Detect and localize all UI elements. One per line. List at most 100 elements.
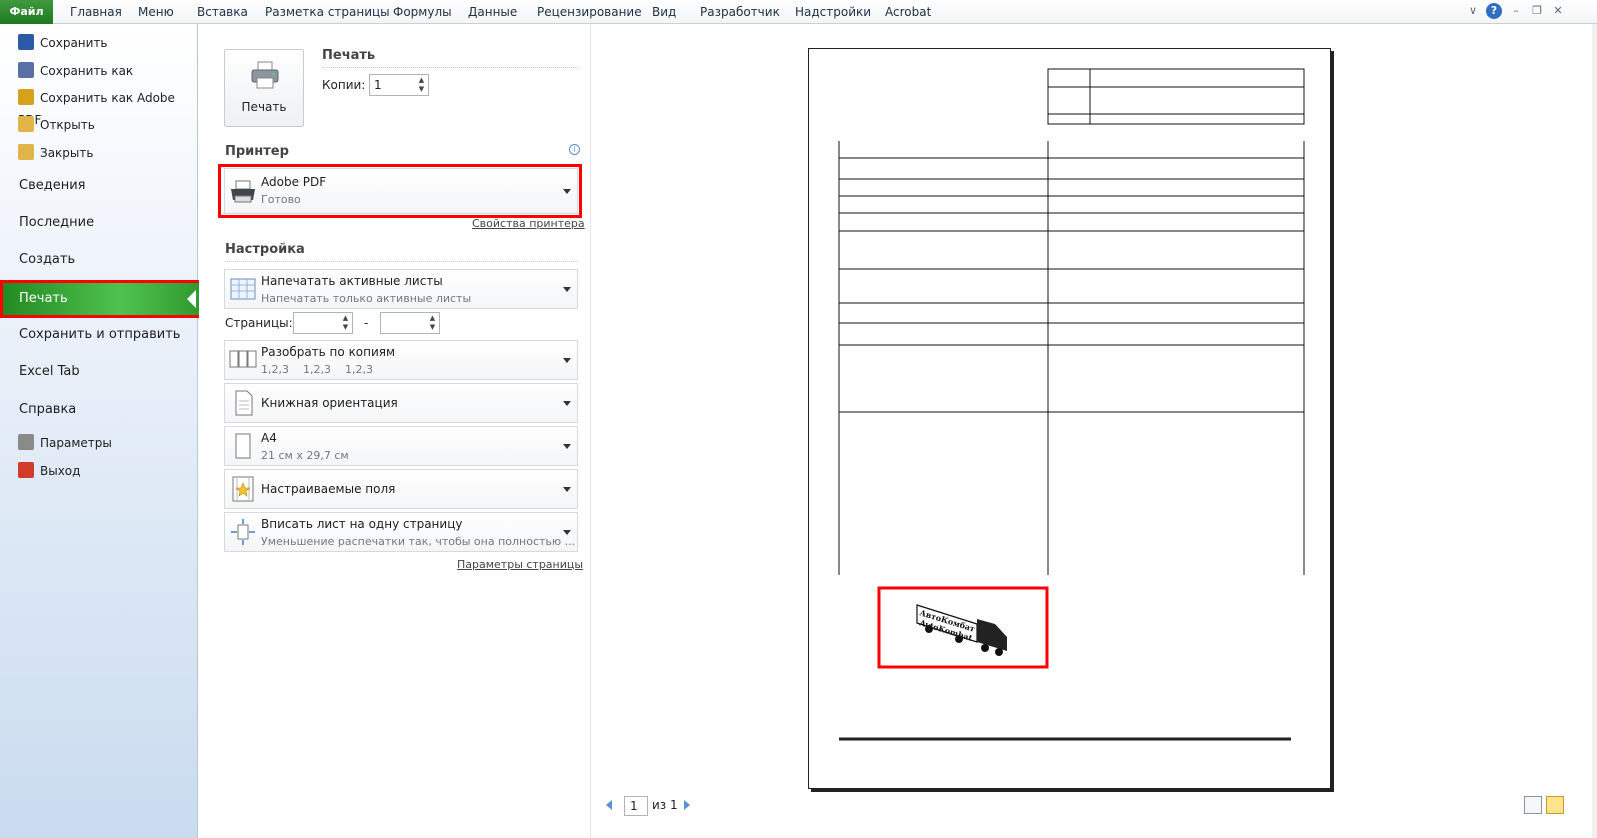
- nav-help[interactable]: Справка: [19, 395, 76, 425]
- nav-exit-label: Выход: [40, 464, 81, 478]
- tab-addins[interactable]: Надстройки: [795, 0, 871, 24]
- restore-icon[interactable]: ❐: [1529, 3, 1545, 19]
- nav-print-active[interactable]: Печать: [0, 280, 202, 318]
- collate-sub: 1,2,3 1,2,3 1,2,3: [261, 363, 373, 376]
- stepper-arrows-icon[interactable]: ▲ ▼: [340, 314, 351, 332]
- tab-review[interactable]: Рецензирование: [537, 0, 642, 24]
- print-section-title: Печать: [322, 48, 376, 63]
- chevron-down-icon: [563, 287, 571, 292]
- highlight-printer: [218, 164, 582, 218]
- pages-label: Страницы:: [225, 316, 293, 330]
- nav-excel-tab[interactable]: Excel Tab: [19, 357, 80, 387]
- margins-star-icon: [232, 476, 254, 502]
- preview-page: АвтоКомбат AvtoKombat: [808, 48, 1331, 789]
- nav-save[interactable]: Сохранить: [18, 32, 108, 54]
- scaling-dropdown[interactable]: Вписать лист на одну страницу Уменьшение…: [224, 512, 578, 552]
- close-icon[interactable]: ✕: [1550, 3, 1566, 19]
- stepper-arrows-icon[interactable]: ▲ ▼: [427, 314, 438, 332]
- nav-print-label: Печать: [19, 291, 68, 306]
- nav-open-label: Открыть: [40, 118, 95, 132]
- page-setup-link[interactable]: Параметры страницы: [457, 558, 583, 571]
- nav-close[interactable]: Закрыть: [18, 142, 93, 164]
- scaling-sub: Уменьшение распечатки так, чтобы она пол…: [261, 535, 576, 548]
- folder-open-icon: [18, 116, 34, 132]
- printer-properties-link[interactable]: Свойства принтера: [472, 217, 585, 230]
- zoom-to-page-button[interactable]: [1546, 796, 1564, 814]
- paper-size-dropdown[interactable]: A4 21 см x 29,7 см: [224, 426, 578, 466]
- tab-acrobat[interactable]: Acrobat: [885, 0, 931, 24]
- active-pointer-icon: [187, 290, 196, 308]
- tab-developer[interactable]: Разработчик: [700, 0, 780, 24]
- page-number-input[interactable]: 1: [624, 796, 648, 816]
- portrait-page-icon: [235, 390, 253, 416]
- stepper-arrows-icon[interactable]: ▲ ▼: [416, 76, 427, 94]
- nav-info[interactable]: Сведения: [19, 171, 86, 201]
- tab-insert[interactable]: Вставка: [197, 0, 248, 24]
- minimize-icon[interactable]: –: [1508, 3, 1524, 19]
- print-preview: АвтоКомбат AvtoKombat 1 из 1: [592, 24, 1597, 838]
- margins-title: Настраиваемые поля: [261, 482, 396, 496]
- tab-formulas[interactable]: Формулы: [393, 0, 452, 24]
- fit-page-icon: [231, 519, 255, 545]
- nav-save-label: Сохранить: [40, 36, 108, 50]
- nav-new[interactable]: Создать: [19, 245, 75, 275]
- paper-size-sub: 21 см x 29,7 см: [261, 449, 349, 462]
- nav-recent[interactable]: Последние: [19, 208, 94, 238]
- prev-page-icon[interactable]: [606, 800, 612, 810]
- nav-exit[interactable]: Выход: [18, 460, 80, 482]
- paper-size-icon: [235, 433, 251, 459]
- info-icon[interactable]: i: [569, 144, 580, 155]
- pages-from-input[interactable]: ▲ ▼: [293, 312, 353, 334]
- sheets-icon: [230, 278, 256, 300]
- tab-home[interactable]: Главная: [70, 0, 122, 24]
- collate-icon: [229, 350, 257, 368]
- pdf-save-icon: [18, 89, 34, 105]
- chevron-down-icon: [563, 358, 571, 363]
- tab-file[interactable]: Файл: [0, 0, 53, 24]
- page-table-drawing: АвтоКомбат AvtoKombat: [838, 68, 1305, 741]
- next-page-icon[interactable]: [684, 800, 690, 810]
- print-settings-pane: Печать Печать Копии: 1 ▲ ▼ Принтер i Adob…: [199, 24, 591, 838]
- help-icon[interactable]: ?: [1486, 3, 1502, 19]
- settings-section-title: Настройка: [225, 242, 305, 257]
- nav-options[interactable]: Параметры: [18, 432, 112, 454]
- nav-save-as-label: Сохранить как: [40, 64, 134, 78]
- chevron-down-icon: [563, 444, 571, 449]
- copies-stepper[interactable]: 1 ▲ ▼: [369, 74, 429, 96]
- printer-section-title: Принтер: [225, 144, 289, 159]
- copies-value: 1: [374, 78, 382, 92]
- copies-label: Копии:: [322, 78, 366, 92]
- collate-dropdown[interactable]: Разобрать по копиям 1,2,3 1,2,3 1,2,3: [224, 340, 578, 380]
- pages-to-input[interactable]: ▲ ▼: [380, 312, 440, 334]
- save-icon: [18, 34, 34, 50]
- print-button-label: Печать: [241, 100, 287, 114]
- orientation-dropdown[interactable]: Книжная ориентация: [224, 383, 578, 423]
- tab-view[interactable]: Вид: [652, 0, 676, 24]
- nav-save-send[interactable]: Сохранить и отправить: [19, 320, 180, 350]
- ribbon-collapse-icon[interactable]: ∨: [1465, 3, 1481, 19]
- print-divider: [322, 67, 578, 68]
- exit-icon: [18, 462, 34, 478]
- ribbon-tab-bar: Файл Главная Меню Вставка Разметка стран…: [0, 0, 1597, 24]
- print-what-sub: Напечатать только активные листы: [261, 292, 472, 305]
- nav-open[interactable]: Открыть: [18, 114, 95, 136]
- tab-menu[interactable]: Меню: [138, 0, 174, 24]
- tab-page-layout[interactable]: Разметка страницы: [265, 0, 390, 24]
- vertical-scrollbar[interactable]: [1592, 24, 1597, 838]
- collate-title: Разобрать по копиям: [261, 345, 396, 359]
- options-icon: [18, 434, 34, 450]
- chevron-down-icon: [563, 530, 571, 535]
- print-what-dropdown[interactable]: Напечатать активные листы Напечатать тол…: [224, 269, 578, 309]
- margins-dropdown[interactable]: Настраиваемые поля: [224, 469, 578, 509]
- settings-divider: [225, 261, 578, 262]
- show-margins-button[interactable]: [1524, 796, 1542, 814]
- pages-dash: -: [364, 316, 369, 330]
- print-button[interactable]: Печать: [224, 49, 304, 127]
- page-total: из 1: [652, 798, 678, 812]
- nav-save-as[interactable]: Сохранить как: [18, 60, 133, 82]
- folder-close-icon: [18, 144, 34, 160]
- scaling-title: Вписать лист на одну страницу: [261, 517, 463, 531]
- nav-save-as-pdf[interactable]: Сохранить как Adobe PDF: [18, 87, 197, 127]
- backstage-nav: Сохранить Сохранить как Сохранить как Ad…: [0, 24, 198, 838]
- tab-data[interactable]: Данные: [468, 0, 517, 24]
